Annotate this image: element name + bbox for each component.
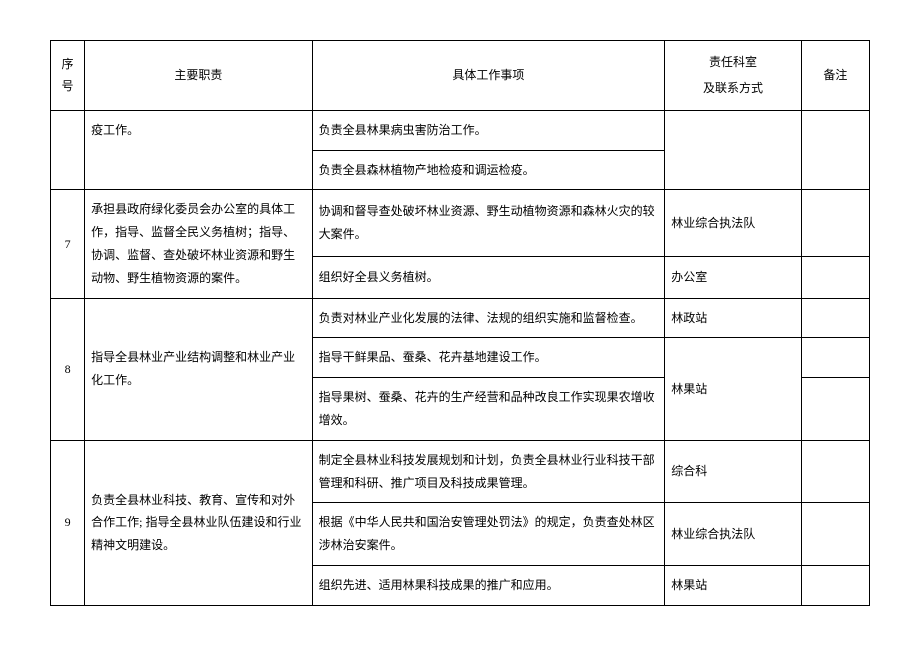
cell-duty: 疫工作。 bbox=[85, 110, 313, 190]
cell-duty: 负责全县林业科技、教育、宣传和对外合作工作; 指导全县林业队伍建设和行业精神文明… bbox=[85, 440, 313, 605]
cell-seq bbox=[51, 110, 85, 190]
cell-note bbox=[801, 378, 869, 441]
cell-item: 指导果树、蚕桑、花卉的生产经营和品种改良工作实现果农增收增效。 bbox=[312, 378, 665, 441]
cell-dept: 综合科 bbox=[665, 440, 802, 503]
table-row: 7 承担县政府绿化委员会办公室的具体工作，指导、监督全民义务植树；指导、协调、监… bbox=[51, 190, 870, 256]
header-item: 具体工作事项 bbox=[312, 41, 665, 111]
cell-item: 负责全县林果病虫害防治工作。 bbox=[312, 110, 665, 150]
cell-seq: 8 bbox=[51, 298, 85, 440]
table-row: 8 指导全县林业产业结构调整和林业产业化工作。 负责对林业产业化发展的法律、法规… bbox=[51, 298, 870, 338]
cell-note bbox=[801, 110, 869, 190]
cell-item: 指导干鲜果品、蚕桑、花卉基地建设工作。 bbox=[312, 338, 665, 378]
header-dept-line1: 责任科室 bbox=[671, 49, 795, 75]
header-dept-line2: 及联系方式 bbox=[671, 75, 795, 101]
cell-dept: 林业综合执法队 bbox=[665, 190, 802, 256]
cell-item: 协调和督导查处破坏林业资源、野生动植物资源和森林火灾的较大案件。 bbox=[312, 190, 665, 256]
cell-dept: 林果站 bbox=[665, 565, 802, 605]
cell-dept: 林业综合执法队 bbox=[665, 503, 802, 566]
cell-note bbox=[801, 256, 869, 298]
table-row: 疫工作。 负责全县林果病虫害防治工作。 bbox=[51, 110, 870, 150]
cell-dept bbox=[665, 110, 802, 190]
header-duty: 主要职责 bbox=[85, 41, 313, 111]
cell-dept: 林果站 bbox=[665, 338, 802, 440]
cell-item: 根据《中华人民共和国治安管理处罚法》的规定，负责查处林区涉林治安案件。 bbox=[312, 503, 665, 566]
cell-seq: 7 bbox=[51, 190, 85, 298]
cell-item: 组织好全县义务植树。 bbox=[312, 256, 665, 298]
cell-note bbox=[801, 440, 869, 503]
cell-dept: 林政站 bbox=[665, 298, 802, 338]
cell-dept: 办公室 bbox=[665, 256, 802, 298]
cell-note bbox=[801, 338, 869, 378]
cell-item: 制定全县林业科技发展规划和计划，负责全县林业行业科技干部管理和科研、推广项目及科… bbox=[312, 440, 665, 503]
cell-duty: 指导全县林业产业结构调整和林业产业化工作。 bbox=[85, 298, 313, 440]
cell-note bbox=[801, 190, 869, 256]
header-dept: 责任科室 及联系方式 bbox=[665, 41, 802, 111]
cell-item: 负责全县森林植物产地检疫和调运检疫。 bbox=[312, 150, 665, 190]
table-header-row: 序号 主要职责 具体工作事项 责任科室 及联系方式 备注 bbox=[51, 41, 870, 111]
table-row: 9 负责全县林业科技、教育、宣传和对外合作工作; 指导全县林业队伍建设和行业精神… bbox=[51, 440, 870, 503]
cell-duty: 承担县政府绿化委员会办公室的具体工作，指导、监督全民义务植树；指导、协调、监督、… bbox=[85, 190, 313, 298]
header-note: 备注 bbox=[801, 41, 869, 111]
responsibility-table: 序号 主要职责 具体工作事项 责任科室 及联系方式 备注 疫工作。 负责全县林果… bbox=[50, 40, 870, 606]
cell-note bbox=[801, 503, 869, 566]
cell-seq: 9 bbox=[51, 440, 85, 605]
cell-note bbox=[801, 565, 869, 605]
cell-note bbox=[801, 298, 869, 338]
cell-item: 组织先进、适用林果科技成果的推广和应用。 bbox=[312, 565, 665, 605]
header-seq: 序号 bbox=[51, 41, 85, 111]
cell-item: 负责对林业产业化发展的法律、法规的组织实施和监督检查。 bbox=[312, 298, 665, 338]
